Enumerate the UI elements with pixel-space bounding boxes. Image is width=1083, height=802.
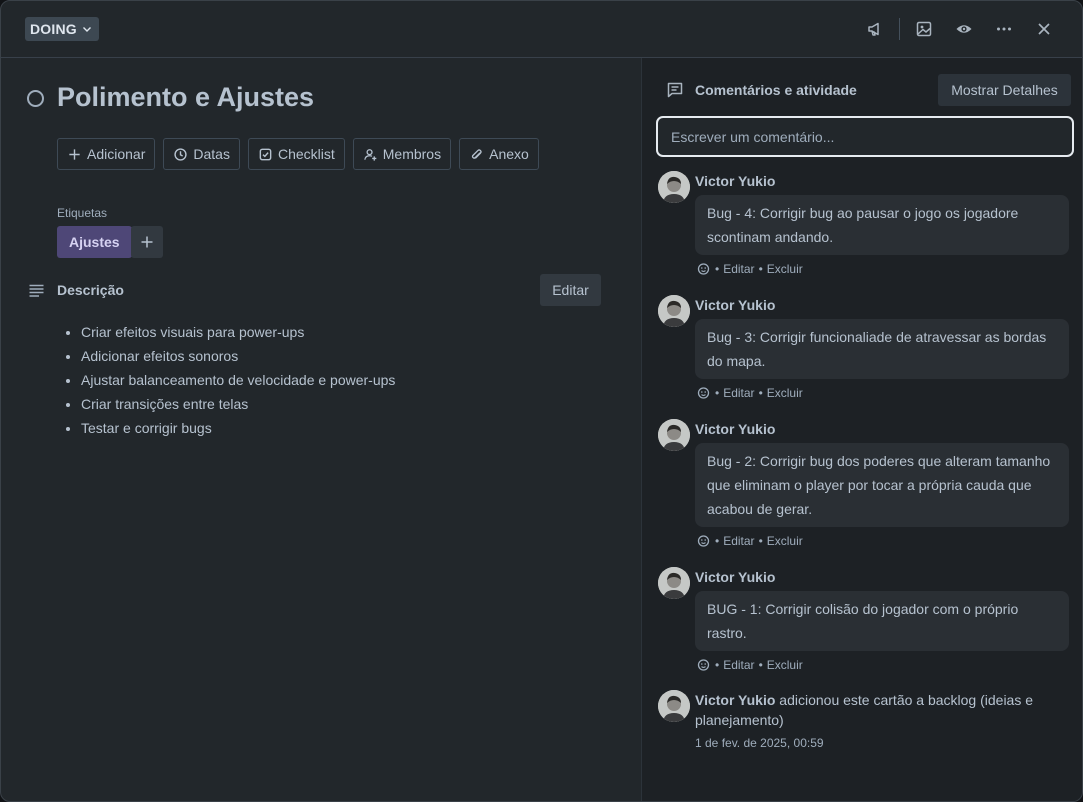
plus-icon [141, 236, 153, 248]
dot-separator: • [715, 658, 720, 672]
comment-input[interactable]: Escrever um comentário... [656, 116, 1074, 157]
add-button-label: Adicionar [87, 146, 146, 162]
dates-button-label: Datas [193, 146, 230, 162]
more-icon[interactable] [984, 15, 1024, 43]
dot-separator: • [715, 386, 720, 400]
list-status-label: DOING [30, 21, 77, 37]
comment-author[interactable]: Victor Yukio [695, 173, 775, 189]
edit-comment-link[interactable]: Editar [723, 534, 754, 548]
dot-separator: • [758, 534, 763, 548]
label-chip[interactable]: Ajustes [57, 226, 132, 258]
dot-separator: • [715, 262, 720, 276]
clock-icon [174, 147, 188, 161]
comment-actions: • Editar • Excluir [697, 262, 803, 276]
add-label-button[interactable] [131, 226, 163, 258]
edit-comment-link[interactable]: Editar [723, 262, 754, 276]
comment-entry: Victor Yukio Bug - 2: Corrigir bug dos p… [658, 419, 1070, 553]
comment-author[interactable]: Victor Yukio [695, 297, 775, 313]
description-heading: Descrição [57, 282, 124, 298]
edit-description-button[interactable]: Editar [540, 274, 601, 306]
comment-text: BUG - 1: Corrigir colisão do jogador com… [695, 591, 1069, 651]
delete-comment-link[interactable]: Excluir [767, 386, 803, 400]
card-details-pane: Polimento e Ajustes Adicionar Datas Chec… [1, 58, 641, 801]
description-item: Testar e corrigir bugs [81, 416, 395, 440]
activity-event-time[interactable]: 1 de fev. de 2025, 00:59 [695, 736, 824, 750]
image-icon[interactable] [904, 15, 944, 43]
reaction-icon[interactable] [697, 658, 711, 672]
attachment-button-label: Anexo [489, 146, 529, 162]
reaction-icon[interactable] [697, 386, 711, 400]
delete-comment-link[interactable]: Excluir [767, 658, 803, 672]
edit-comment-link[interactable]: Editar [723, 658, 754, 672]
labels-heading: Etiquetas [57, 206, 108, 220]
reaction-icon[interactable] [697, 262, 711, 276]
activity-pane: Comentários e atividade Mostrar Detalhes… [641, 58, 1082, 801]
eye-icon[interactable] [944, 15, 984, 43]
complete-circle-icon[interactable] [27, 90, 44, 107]
activity-heading: Comentários e atividade [695, 82, 857, 98]
chevron-down-icon [82, 27, 91, 32]
comment-entry: Victor Yukio Bug - 3: Corrigir funcional… [658, 295, 1070, 405]
description-item: Criar efeitos visuais para power-ups [81, 320, 395, 344]
avatar[interactable] [658, 419, 690, 451]
add-member-icon [363, 148, 377, 161]
card-actions: Adicionar Datas Checklist Membros Anexo [57, 138, 539, 170]
description-item: Adicionar efeitos sonoros [81, 344, 395, 368]
modal-header: DOING [1, 1, 1082, 58]
dot-separator: • [758, 386, 763, 400]
header-divider [899, 18, 900, 40]
dot-separator: • [758, 658, 763, 672]
avatar[interactable] [658, 295, 690, 327]
add-button[interactable]: Adicionar [57, 138, 156, 170]
attachment-button[interactable]: Anexo [459, 138, 539, 170]
card-title[interactable]: Polimento e Ajustes [57, 82, 314, 113]
members-button-label: Membros [382, 146, 442, 162]
dot-separator: • [758, 262, 763, 276]
comment-text: Bug - 4: Corrigir bug ao pausar o jogo o… [695, 195, 1069, 255]
list-status-button[interactable]: DOING [25, 17, 99, 41]
megaphone-icon[interactable] [855, 15, 895, 43]
paperclip-icon [471, 148, 482, 159]
reaction-icon[interactable] [697, 534, 711, 548]
description-item: Criar transições entre telas [81, 392, 395, 416]
checklist-button-label: Checklist [277, 146, 335, 162]
members-button[interactable]: Membros [352, 138, 452, 170]
comment-entry: Victor Yukio Bug - 4: Corrigir bug ao pa… [658, 171, 1070, 281]
activity-event-author[interactable]: Victor Yukio [695, 692, 775, 708]
comment-actions: • Editar • Excluir [697, 658, 803, 672]
close-icon[interactable] [1024, 15, 1064, 43]
show-details-button[interactable]: Mostrar Detalhes [938, 74, 1071, 106]
checklist-button[interactable]: Checklist [247, 138, 345, 170]
avatar[interactable] [658, 171, 690, 203]
delete-comment-link[interactable]: Excluir [767, 534, 803, 548]
avatar[interactable] [658, 567, 690, 599]
comment-entry: Victor Yukio BUG - 1: Corrigir colisão d… [658, 567, 1070, 677]
comment-text: Bug - 2: Corrigir bug dos poderes que al… [695, 443, 1069, 527]
description-icon [29, 284, 44, 297]
comment-actions: • Editar • Excluir [697, 386, 803, 400]
avatar[interactable] [658, 690, 690, 722]
comment-text: Bug - 3: Corrigir funcionaliade de atrav… [695, 319, 1069, 379]
checkbox-icon [259, 148, 272, 160]
card-modal: DOING Polimento e Ajustes Adicionar Data… [0, 0, 1083, 802]
comment-actions: • Editar • Excluir [697, 534, 803, 548]
dot-separator: • [715, 534, 720, 548]
header-actions [855, 15, 1064, 43]
dates-button[interactable]: Datas [163, 138, 240, 170]
delete-comment-link[interactable]: Excluir [767, 262, 803, 276]
description-item: Ajustar balanceamento de velocidade e po… [81, 368, 395, 392]
plus-icon [69, 148, 80, 160]
edit-comment-link[interactable]: Editar [723, 386, 754, 400]
activity-event: Victor Yukio adicionou este cartão a bac… [658, 690, 1070, 760]
comment-author[interactable]: Victor Yukio [695, 569, 775, 585]
description-list: Criar efeitos visuais para power-ups Adi… [81, 320, 395, 440]
comment-icon [667, 82, 683, 98]
comment-author[interactable]: Victor Yukio [695, 421, 775, 437]
activity-event-text: Victor Yukio adicionou este cartão a bac… [695, 690, 1065, 730]
